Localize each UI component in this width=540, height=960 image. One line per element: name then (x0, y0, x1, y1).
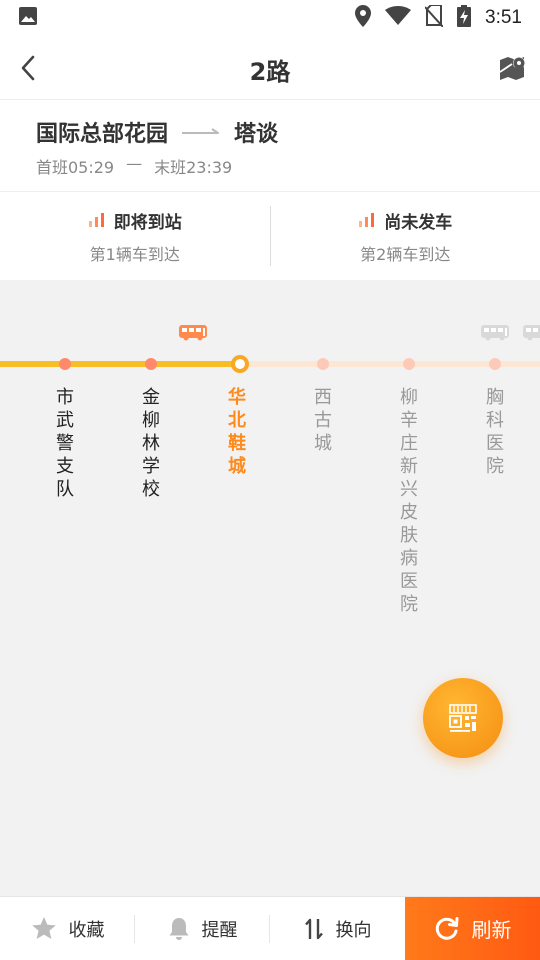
station-name[interactable]: 柳辛庄新兴皮肤病医院 (394, 386, 424, 616)
map-pin-icon (499, 57, 525, 80)
arrival-bus-2: 尚未发车 第2辆车到达 (271, 192, 540, 280)
route-origin: 国际总部花园 (36, 122, 169, 147)
station-dot[interactable] (145, 358, 157, 370)
bus-icon (523, 325, 540, 341)
scan-code-button[interactable] (423, 678, 503, 758)
bus-icon (481, 325, 509, 341)
arrow-right-icon (182, 128, 220, 134)
bottom-bar: 收藏 提醒 换向 刷新 (0, 896, 540, 960)
refresh-button[interactable]: 刷新 (405, 897, 540, 960)
arrival-panel: 即将到站 第1辆车到达 尚未发车 第2辆车到达 (0, 192, 540, 280)
station-dot[interactable] (489, 358, 501, 370)
favorite-label: 收藏 (68, 919, 105, 941)
refresh-label: 刷新 (471, 918, 512, 942)
station-dot[interactable] (59, 358, 71, 370)
arrival-sub-2: 第2辆车到达 (360, 244, 451, 264)
bell-icon (169, 918, 188, 940)
station-name[interactable]: 胸科医院 (480, 386, 510, 478)
last-bus-time: 末班23:39 (154, 158, 233, 177)
station-name[interactable]: 金柳林学校 (136, 386, 166, 501)
route-schedule: 首班05:29 — 末班23:39 (36, 154, 504, 178)
refresh-icon (435, 916, 458, 940)
remind-button[interactable]: 提醒 (135, 897, 270, 960)
station-dot[interactable] (317, 358, 329, 370)
schedule-separator: — (126, 154, 143, 173)
track-passed (0, 361, 240, 367)
map-button[interactable] (498, 52, 528, 82)
reverse-label: 换向 (335, 919, 372, 941)
station-dot[interactable] (403, 358, 415, 370)
status-time: 3:51 (485, 7, 522, 28)
wifi-icon (385, 6, 412, 30)
first-bus-time: 首班05:29 (36, 158, 115, 177)
image-icon (18, 6, 38, 30)
signal-bars-icon (88, 213, 104, 227)
no-sim-icon (424, 4, 444, 31)
current-station-name[interactable]: 华北鞋城 (222, 386, 252, 478)
header: 2路 (0, 36, 540, 100)
page-title: 2路 (249, 58, 291, 86)
reverse-direction-button[interactable]: 换向 (270, 897, 405, 960)
station-name[interactable]: 西古城 (308, 386, 338, 455)
station-map[interactable]: 市武警支队 金柳林学校 华北鞋城 西古城 柳辛庄新兴皮肤病医院 胸科医院 (0, 280, 540, 896)
remind-label: 提醒 (201, 919, 238, 941)
arrival-status-1: 即将到站 (113, 212, 182, 233)
arrival-sub-1: 第1辆车到达 (89, 244, 180, 264)
location-icon (355, 5, 372, 31)
signal-bars-icon (359, 213, 375, 227)
arrival-bus-1: 即将到站 第1辆车到达 (0, 192, 270, 280)
favorite-button[interactable]: 收藏 (0, 897, 135, 960)
swap-icon (304, 918, 323, 939)
route-direction: 国际总部花园 塔谈 (36, 116, 504, 148)
station-name[interactable]: 市武警支队 (50, 386, 80, 501)
scan-code-icon (449, 704, 477, 732)
star-icon (31, 917, 56, 939)
route-info: 国际总部花园 塔谈 首班05:29 — 末班23:39 (0, 100, 540, 192)
battery-charging-icon (457, 5, 472, 31)
arrival-status-2: 尚未发车 (384, 212, 453, 233)
bus-icon (179, 325, 207, 341)
status-bar: 3:51 (0, 0, 540, 36)
current-station-dot[interactable] (231, 355, 249, 373)
route-destination: 塔谈 (234, 122, 279, 147)
